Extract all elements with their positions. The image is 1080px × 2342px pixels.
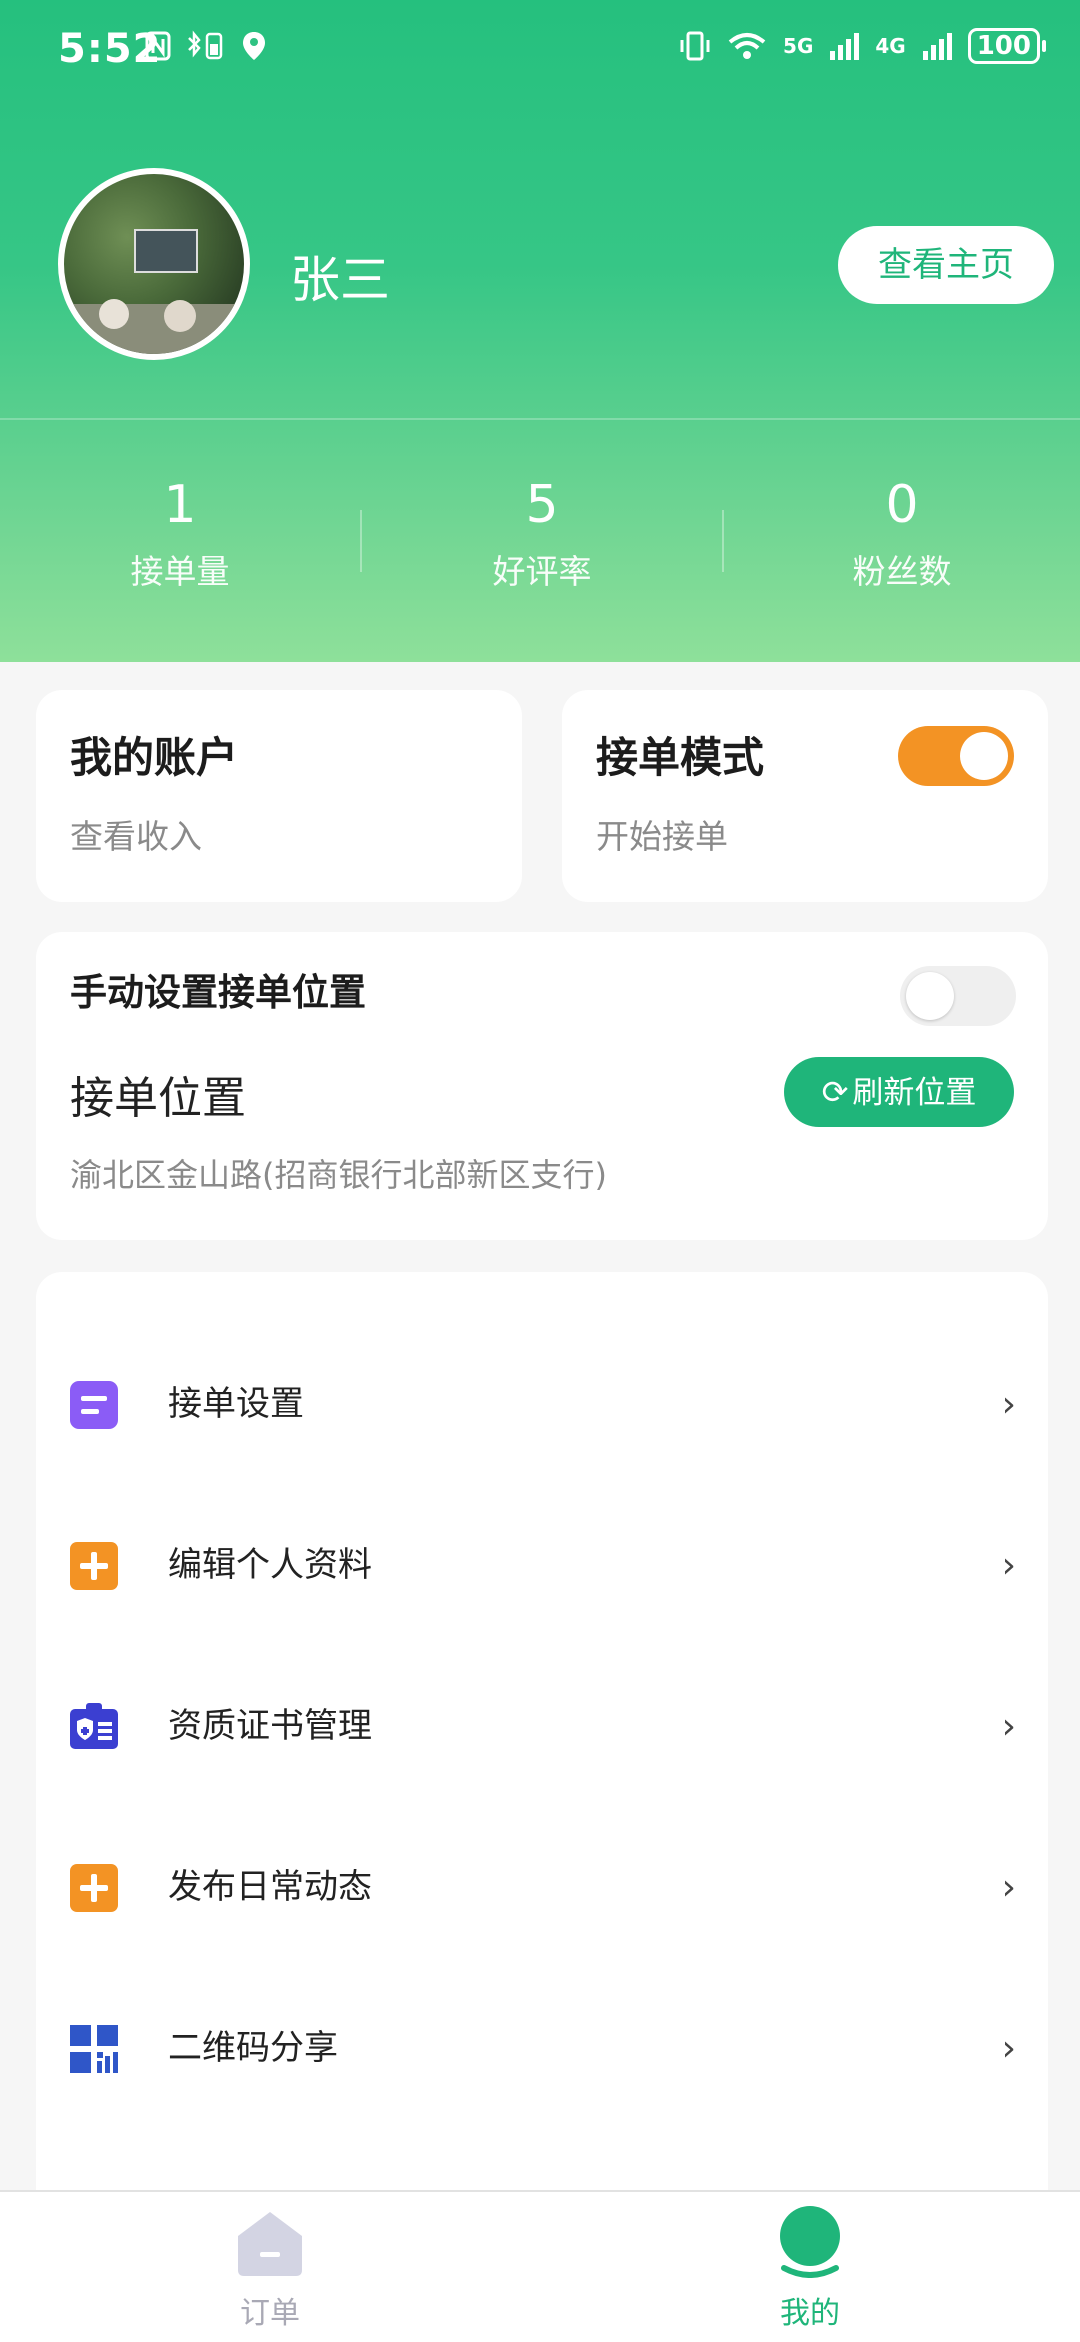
status-right-icons: 5G 4G 100 [679, 28, 1047, 64]
vibrate-icon [680, 31, 710, 61]
profile-header: 5:52 5G 4G 100 张三 查看主页 1 接单量 5 好评率 0 粉丝数 [0, 0, 1080, 662]
certificate-icon [70, 1703, 118, 1749]
signal-icon-1 [830, 33, 860, 60]
network-5g-label: 5G [783, 34, 814, 58]
header-divider [0, 418, 1080, 420]
avatar[interactable] [58, 168, 250, 360]
tab-label: 订单 [240, 2296, 300, 2331]
tab-orders[interactable]: 订单 [0, 2192, 540, 2342]
stat-value: 1 [163, 475, 197, 535]
bluetooth-battery-icon [188, 30, 223, 60]
account-card[interactable]: 我的账户 查看收入 [36, 690, 522, 902]
chevron-right-icon: › [1001, 1867, 1016, 1908]
stat-label: 粉丝数 [852, 552, 952, 591]
stat-value: 5 [525, 475, 559, 535]
avatar-stone [164, 300, 196, 332]
manual-location-title: 手动设置接单位置 [70, 971, 366, 1014]
menu-item-edit-profile[interactable]: 编辑个人资料 › [36, 1485, 1048, 1645]
stat-value: 0 [885, 475, 919, 535]
menu-item-certificate[interactable]: 资质证书管理 › [36, 1646, 1048, 1806]
menu-item-label: 二维码分享 [168, 2028, 338, 2068]
tab-label: 我的 [780, 2296, 840, 2331]
toggle-knob [960, 732, 1008, 780]
location-icon [243, 32, 265, 60]
menu-item-label: 编辑个人资料 [168, 1545, 372, 1585]
qrcode-icon [70, 2025, 118, 2073]
status-left-icons [145, 30, 267, 62]
signal-icon-2 [922, 33, 952, 60]
bottom-tab-bar: 订单 我的 [0, 2190, 1080, 2342]
user-name: 张三 [290, 251, 390, 309]
network-4g-label: 4G [875, 34, 906, 58]
battery-indicator: 100 [967, 28, 1047, 64]
refresh-icon: ⟳ [821, 1073, 849, 1111]
plus-icon [70, 1864, 118, 1912]
stat-label: 好评率 [492, 552, 592, 591]
stat-rating[interactable]: 5 好评率 [362, 470, 722, 604]
manual-location-toggle[interactable] [900, 966, 1016, 1026]
order-mode-title: 接单模式 [596, 733, 765, 782]
order-mode-card: 接单模式 开始接单 [562, 690, 1048, 902]
refresh-location-label: 刷新位置 [852, 1075, 977, 1111]
profile-icon [780, 2206, 840, 2278]
stat-orders[interactable]: 1 接单量 [0, 470, 360, 604]
chevron-right-icon: › [1001, 2028, 1016, 2069]
avatar-ground [64, 304, 244, 354]
plus-icon [70, 1542, 118, 1590]
stats-row: 1 接单量 5 好评率 0 粉丝数 [0, 470, 1080, 610]
refresh-location-button[interactable]: ⟳ 刷新位置 [784, 1057, 1014, 1127]
chevron-right-icon: › [1001, 1545, 1016, 1586]
status-bar: 5:52 5G 4G 100 [0, 0, 1080, 108]
stat-label: 接单量 [130, 552, 230, 591]
order-mode-subtitle: 开始接单 [596, 817, 728, 856]
nfc-icon [145, 31, 171, 61]
toggle-knob [906, 972, 954, 1020]
avatar-stone [99, 299, 129, 329]
chevron-right-icon: › [1001, 1706, 1016, 1747]
stat-fans[interactable]: 0 粉丝数 [722, 470, 1080, 604]
menu-item-post-update[interactable]: 发布日常动态 › [36, 1807, 1048, 1967]
menu-item-label: 接单设置 [168, 1384, 304, 1424]
location-label: 接单位置 [70, 1073, 246, 1124]
menu-item-label: 资质证书管理 [168, 1706, 372, 1746]
location-address: 渝北区金山路(招商银行北部新区支行) [70, 1156, 607, 1194]
view-homepage-button[interactable]: 查看主页 [838, 226, 1054, 304]
menu-item-label: 发布日常动态 [168, 1867, 372, 1907]
avatar-sign [134, 229, 198, 273]
account-subtitle: 查看收入 [70, 817, 202, 856]
menu-item-qrcode-share[interactable]: 二维码分享 › [36, 1968, 1048, 2128]
menu-item-order-settings[interactable]: 接单设置 › [36, 1324, 1048, 1484]
tab-mine[interactable]: 我的 [540, 2192, 1080, 2342]
chevron-right-icon: › [1001, 1384, 1016, 1425]
order-settings-icon [70, 1381, 118, 1429]
account-title: 我的账户 [70, 733, 239, 782]
wifi-icon [728, 33, 766, 59]
order-mode-toggle[interactable] [898, 726, 1014, 786]
home-icon [238, 2212, 302, 2276]
